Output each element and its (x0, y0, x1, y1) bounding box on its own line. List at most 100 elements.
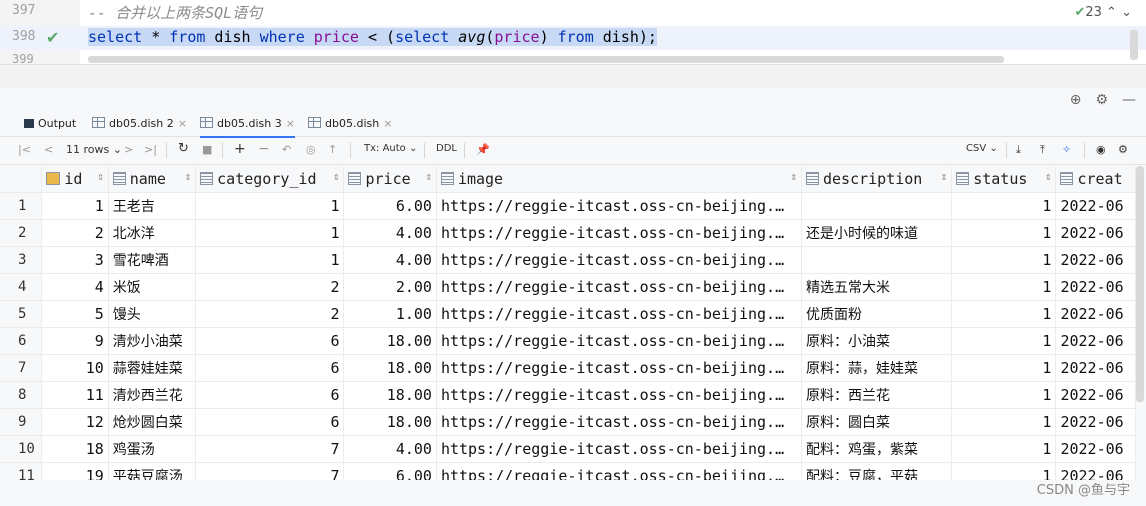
cell-id[interactable]: 11 (41, 381, 109, 409)
settings-icon[interactable]: ⚙ (1118, 143, 1128, 156)
cell-category-id[interactable]: 1 (195, 219, 345, 247)
cell-create-time[interactable]: 2022-06 (1055, 435, 1136, 463)
cell-image[interactable]: https://reggie-itcast.oss-cn-beijing.… (436, 381, 803, 409)
sort-icon[interactable]: ⇕ (941, 170, 948, 183)
cell-create-time[interactable]: 2022-06 (1055, 354, 1136, 382)
cell-description[interactable]: 原料：圆白菜 (801, 408, 953, 436)
sort-icon[interactable]: ⇕ (790, 170, 797, 183)
cell-category-id[interactable]: 7 (195, 462, 345, 480)
row-number[interactable]: 10 (0, 435, 43, 463)
cell-name[interactable]: 鸡蛋汤 (108, 435, 197, 463)
editor-line-398[interactable]: 398 ✔ select * from dish where price < (… (0, 26, 1146, 50)
cell-description[interactable]: 配料：鸡蛋，紫菜 (801, 435, 953, 463)
cell-description[interactable] (801, 246, 953, 274)
editor-line-397[interactable]: 397 -- 合并以上两条SQL语句 ✔23 ⌃ ⌄ (0, 0, 1146, 24)
add-row-icon[interactable]: + (234, 141, 246, 157)
cell-id[interactable]: 2 (41, 219, 109, 247)
sql-editor[interactable]: 397 -- 合并以上两条SQL语句 ✔23 ⌃ ⌄ 398 ✔ select … (0, 0, 1146, 64)
cell-description[interactable] (801, 192, 953, 220)
column-header-id[interactable]: id ⇕ (41, 166, 109, 193)
next-page-icon[interactable]: > (124, 143, 133, 156)
grid-vertical-scrollbar[interactable] (1136, 166, 1144, 402)
cell-name[interactable]: 馒头 (108, 300, 197, 328)
cell-id[interactable]: 9 (41, 327, 109, 355)
table-row[interactable]: 2 2 北冰洋 1 4.00 https://reggie-itcast.oss-cn-b… (0, 219, 1136, 247)
cell-id[interactable]: 4 (41, 273, 109, 301)
cell-price[interactable]: 4.00 (343, 435, 437, 463)
row-number[interactable]: 1 (0, 192, 43, 220)
sql-statement[interactable]: select * from dish where price < (select… (88, 28, 657, 46)
row-number[interactable]: 7 (0, 354, 43, 382)
table-row[interactable]: 6 9 清炒小油菜 6 18.00 https://reggie-itcast.oss-c… (0, 327, 1136, 355)
column-header-description[interactable]: description ⇕ (801, 166, 953, 193)
inspection-widget[interactable]: ✔23 ⌃ ⌄ (1074, 5, 1132, 20)
column-header-price[interactable]: price ⇕ (343, 166, 437, 193)
cell-status[interactable]: 1 (951, 381, 1057, 409)
cell-description[interactable]: 配料：豆腐，平菇 (801, 462, 953, 480)
run-success-check-icon[interactable]: ✔ (46, 28, 59, 47)
table-row[interactable]: 1 1 王老吉 1 6.00 https://reggie-itcast.oss-cn-b… (0, 192, 1136, 220)
cell-price[interactable]: 18.00 (343, 327, 437, 355)
tab-db05-dish-3[interactable]: db05.dish 3 × (200, 117, 295, 138)
revert-icon[interactable]: ↶ (282, 143, 291, 156)
first-page-icon[interactable]: |< (18, 143, 31, 156)
cell-description[interactable]: 精选五常大米 (801, 273, 953, 301)
table-row[interactable]: 10 18 鸡蛋汤 7 4.00 https://reggie-itcast.oss-cn… (0, 435, 1136, 463)
gear-icon[interactable]: ⚙ (1095, 92, 1108, 108)
sort-icon[interactable]: ⇕ (1045, 170, 1052, 183)
cell-status[interactable]: 1 (951, 300, 1057, 328)
cell-image[interactable]: https://reggie-itcast.oss-cn-beijing.… (436, 354, 803, 382)
cell-status[interactable]: 1 (951, 408, 1057, 436)
stop-icon[interactable]: ■ (202, 143, 212, 156)
cell-name[interactable]: 平菇豆腐汤 (108, 462, 197, 480)
cell-image[interactable]: https://reggie-itcast.oss-cn-beijing.… (436, 435, 803, 463)
cell-create-time[interactable]: 2022-06 (1055, 219, 1136, 247)
cell-create-time[interactable]: 2022-06 (1055, 300, 1136, 328)
cell-status[interactable]: 1 (951, 327, 1057, 355)
cell-category-id[interactable]: 6 (195, 381, 345, 409)
cell-id[interactable]: 10 (41, 354, 109, 382)
row-number[interactable]: 3 (0, 246, 43, 274)
cell-category-id[interactable]: 6 (195, 408, 345, 436)
cell-id[interactable]: 12 (41, 408, 109, 436)
cell-id[interactable]: 18 (41, 435, 109, 463)
cell-price[interactable]: 2.00 (343, 273, 437, 301)
preview-icon[interactable]: ◎ (306, 143, 316, 156)
table-row[interactable]: 9 12 炝炒圆白菜 6 18.00 https://reggie-itcast.oss-… (0, 408, 1136, 436)
cell-create-time[interactable]: 2022-06 (1055, 273, 1136, 301)
cell-image[interactable]: https://reggie-itcast.oss-cn-beijing.… (436, 408, 803, 436)
close-icon[interactable]: × (178, 117, 187, 130)
row-number[interactable]: 2 (0, 219, 43, 247)
cell-status[interactable]: 1 (951, 192, 1057, 220)
cell-image[interactable]: https://reggie-itcast.oss-cn-beijing.… (436, 300, 803, 328)
row-number[interactable]: 11 (0, 462, 43, 480)
cell-id[interactable]: 5 (41, 300, 109, 328)
row-number[interactable]: 8 (0, 381, 43, 409)
magic-icon[interactable]: ✧ (1062, 143, 1071, 156)
sort-icon[interactable]: ⇕ (97, 170, 104, 183)
refresh-icon[interactable]: ↻ (178, 141, 189, 156)
cell-create-time[interactable]: 2022-06 (1055, 192, 1136, 220)
cell-category-id[interactable]: 2 (195, 300, 345, 328)
sort-icon[interactable]: ⇕ (425, 170, 432, 183)
rows-count-dropdown[interactable]: 11 rows ⌄ (66, 143, 122, 156)
table-row[interactable]: 7 10 蒜蓉娃娃菜 6 18.00 https://reggie-itcast.oss-… (0, 354, 1136, 382)
chevron-down-icon[interactable]: ⌄ (1121, 5, 1132, 20)
cell-price[interactable]: 18.00 (343, 354, 437, 382)
cell-price[interactable]: 4.00 (343, 246, 437, 274)
cell-name[interactable]: 雪花啤酒 (108, 246, 197, 274)
cell-create-time[interactable]: 2022-06 (1055, 246, 1136, 274)
cell-description[interactable]: 优质面粉 (801, 300, 953, 328)
target-icon[interactable]: ⊕ (1070, 92, 1082, 108)
cell-image[interactable]: https://reggie-itcast.oss-cn-beijing.… (436, 192, 803, 220)
cell-name[interactable]: 清炒西兰花 (108, 381, 197, 409)
editor-horizontal-scrollbar[interactable] (88, 56, 1004, 63)
row-number[interactable]: 6 (0, 327, 43, 355)
last-page-icon[interactable]: >| (144, 143, 157, 156)
tx-mode-dropdown[interactable]: Tx: Auto ⌄ (364, 143, 417, 154)
cell-category-id[interactable]: 1 (195, 246, 345, 274)
row-number[interactable]: 9 (0, 408, 43, 436)
cell-description[interactable]: 原料：西兰花 (801, 381, 953, 409)
cell-status[interactable]: 1 (951, 246, 1057, 274)
cell-name[interactable]: 北冰洋 (108, 219, 197, 247)
